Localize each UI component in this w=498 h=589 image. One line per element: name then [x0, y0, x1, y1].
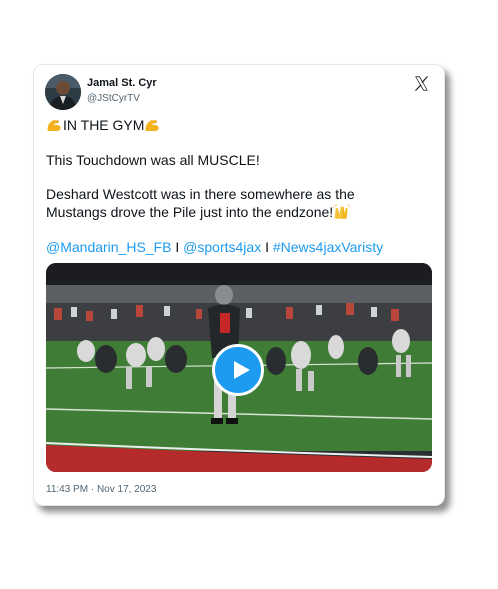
mention-link-sports4jax[interactable]: @sports4jax [183, 239, 261, 255]
tweet-line-1: IN THE GYM [46, 117, 161, 133]
separator: I [175, 239, 180, 255]
tweet-card[interactable]: Jamal St. Cyr @JStCyrTV IN THE GYM This … [33, 64, 445, 506]
tweet-line-4-text: Mustangs drove the Pile just into the en… [46, 204, 334, 220]
mention-link-mandarin[interactable]: @Mandarin_HS_FB [46, 239, 172, 255]
hashtag-link-news4jax[interactable]: #News4jaxVaristy [273, 239, 383, 255]
tweet-timestamp[interactable]: 11:43 PM · Nov 17, 2023 [46, 484, 156, 495]
video-player[interactable] [46, 263, 432, 472]
x-logo-icon[interactable] [413, 75, 430, 92]
separator: I [265, 239, 269, 255]
person-avatar-icon [45, 74, 81, 110]
play-button[interactable] [212, 344, 264, 396]
tweet-line-2: This Touchdown was all MUSCLE! [46, 152, 260, 168]
tweet-links: @Mandarin_HS_FB I @sports4jax I #News4ja… [46, 239, 383, 255]
tweet-line-3: Deshard Westcott was in there somewhere … [46, 186, 355, 202]
tweet-line-4: Mustangs drove the Pile just into the en… [46, 204, 351, 220]
author-handle[interactable]: @JStCyrTV [87, 93, 140, 104]
avatar[interactable] [45, 74, 81, 110]
author-display-name[interactable]: Jamal St. Cyr [87, 77, 157, 89]
play-icon [234, 361, 250, 379]
tweet-line-1-text: IN THE GYM [63, 117, 145, 133]
raising-hands-icon [333, 204, 351, 219]
flexed-biceps-icon [47, 120, 61, 131]
flexed-biceps-icon [145, 120, 160, 131]
